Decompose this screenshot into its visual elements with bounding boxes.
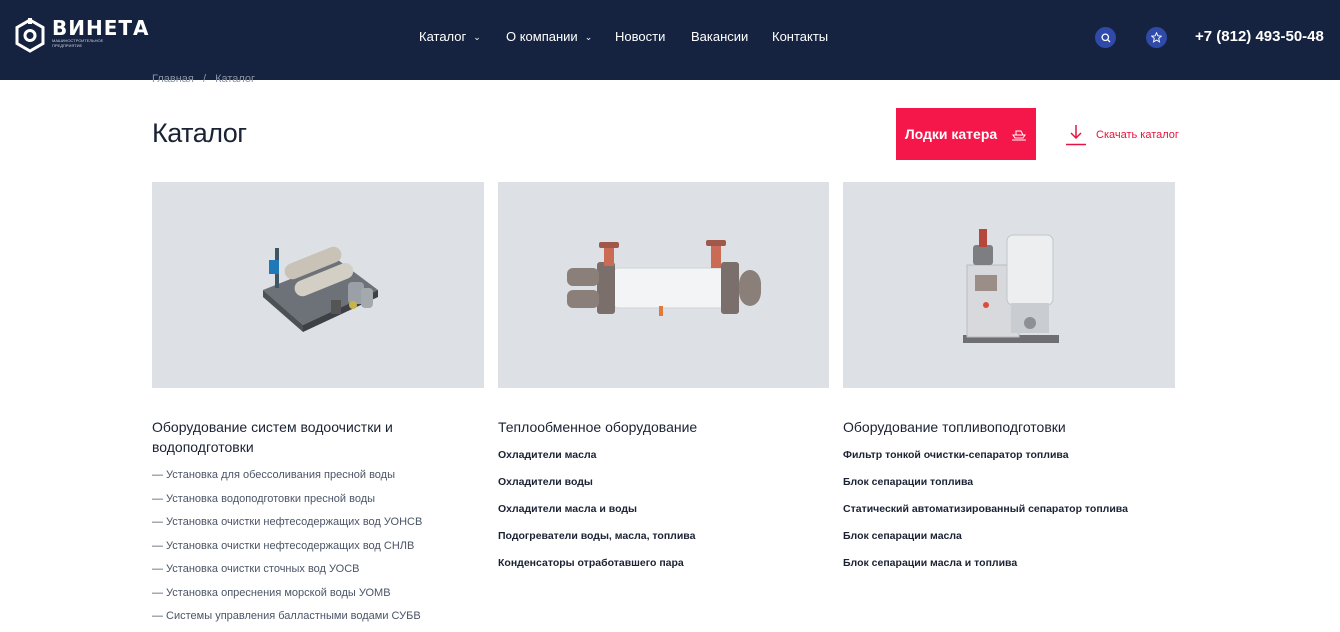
list-item[interactable]: Блок сепарации масла и топлива xyxy=(843,557,1128,584)
nav-about-label: О компании xyxy=(506,29,578,44)
nav-contacts-label: Контакты xyxy=(772,29,829,44)
nav-vacancies[interactable]: Вакансии xyxy=(691,29,748,44)
favorites-button[interactable] xyxy=(1146,27,1167,48)
water-treatment-unit-image xyxy=(263,246,378,332)
logo-subtitle: машиностроительное предприятие xyxy=(52,38,104,48)
chevron-down-icon: ⌄ xyxy=(584,31,593,42)
category-image-water-treatment[interactable] xyxy=(152,182,484,388)
list-item[interactable]: — Установка водоподготовки пресной воды xyxy=(152,493,422,517)
list-item[interactable]: — Установка очистки нефтесодержащих вод … xyxy=(152,540,422,564)
download-catalog-label: Скачать каталог xyxy=(1096,129,1179,141)
nav-catalog[interactable]: Каталог ⌄ xyxy=(419,29,481,44)
site-header: ВИНЕТА машиностроительное предприятие Ка… xyxy=(0,0,1340,80)
list-item[interactable]: Фильтр тонкой очистки-сепаратор топлива xyxy=(843,449,1128,476)
breadcrumb-home[interactable]: Главная xyxy=(152,73,194,85)
nav-news[interactable]: Новости xyxy=(615,29,665,44)
list-item[interactable]: Блок сепарации топлива xyxy=(843,476,1128,503)
list-item[interactable]: Охладители воды xyxy=(498,476,695,503)
list-item[interactable]: Блок сепарации масла xyxy=(843,530,1128,557)
category-title-heat-exchange[interactable]: Теплообменное оборудование xyxy=(498,417,828,437)
chevron-down-icon: ⌄ xyxy=(473,31,481,42)
category-list-water-treatment: — Установка для обессоливания пресной во… xyxy=(152,469,422,632)
logo-icon xyxy=(15,18,45,53)
nav-contacts[interactable]: Контакты xyxy=(772,29,828,44)
phone-link[interactable]: +7 (812) 493-50-48 xyxy=(1195,28,1324,45)
breadcrumb: Главная / Каталог xyxy=(152,73,261,85)
list-item[interactable]: — Установка для обессоливания пресной во… xyxy=(152,469,422,493)
list-item[interactable]: — Системы управления балластными водами … xyxy=(152,610,422,632)
category-image-fuel-preparation[interactable] xyxy=(843,182,1175,388)
page-title: Каталог xyxy=(152,118,247,148)
category-title-water-treatment[interactable]: Оборудование систем водоочистки и водопо… xyxy=(152,417,482,457)
category-list-fuel-preparation: Фильтр тонкой очистки-сепаратор топлива … xyxy=(843,449,1128,584)
list-item[interactable]: — Установка очистки сточных вод УОСВ xyxy=(152,563,422,587)
list-item[interactable]: Статический автоматизированный сепаратор… xyxy=(843,503,1128,530)
search-icon xyxy=(1100,32,1110,42)
list-item[interactable]: — Установка очистки нефтесодержащих вод … xyxy=(152,516,422,540)
star-icon xyxy=(1151,32,1162,43)
fuel-separator-image xyxy=(963,229,1059,343)
download-icon xyxy=(1066,125,1086,146)
list-item[interactable]: Охладители масла xyxy=(498,449,695,476)
heat-exchanger-image xyxy=(566,240,761,316)
boats-button[interactable]: Лодки катера xyxy=(896,108,1036,160)
logo-name: ВИНЕТА xyxy=(52,16,150,40)
nav-vacancies-label: Вакансии xyxy=(691,29,749,44)
list-item[interactable]: Конденсаторы отработавшего пара xyxy=(498,557,695,584)
breadcrumb-separator: / xyxy=(202,73,206,85)
nav-catalog-label: Каталог xyxy=(419,29,467,44)
logo[interactable]: ВИНЕТА машиностроительное предприятие xyxy=(14,18,150,54)
category-list-heat-exchange: Охладители масла Охладители воды Охладит… xyxy=(498,449,695,584)
nav-about[interactable]: О компании ⌄ xyxy=(506,29,592,44)
download-catalog-link[interactable]: Скачать каталог xyxy=(1066,124,1179,146)
nav-news-label: Новости xyxy=(615,29,666,44)
list-item[interactable]: Подогреватели воды, масла, топлива xyxy=(498,530,695,557)
boats-button-label: Лодки катера xyxy=(904,126,998,142)
list-item[interactable]: — Установка опреснения морской воды УОМВ xyxy=(152,587,422,611)
search-button[interactable] xyxy=(1095,27,1116,48)
category-image-heat-exchange[interactable] xyxy=(498,182,829,388)
category-title-fuel-preparation[interactable]: Оборудование топливоподготовки xyxy=(843,417,1173,437)
breadcrumb-current: Каталог xyxy=(215,73,256,85)
list-item[interactable]: Охладители масла и воды xyxy=(498,503,695,530)
boat-icon xyxy=(1012,130,1027,141)
